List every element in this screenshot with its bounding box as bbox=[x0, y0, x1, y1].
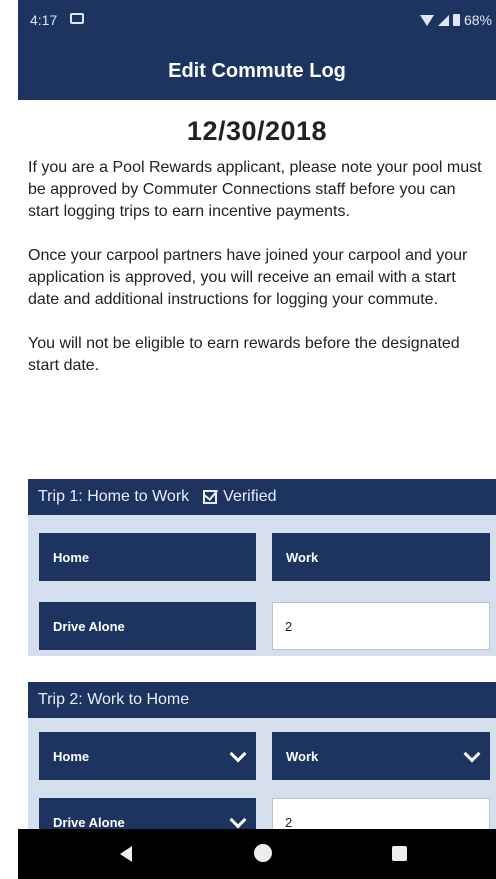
trip-2-from-label: Home bbox=[53, 748, 90, 764]
trip-1-mode-field[interactable]: Drive Alone bbox=[39, 602, 256, 650]
trip-2-title: Trip 2: Work to Home bbox=[38, 691, 190, 708]
verified-checkbox-icon[interactable] bbox=[203, 490, 218, 504]
trip-1-from-field[interactable]: Home bbox=[39, 533, 256, 581]
trip-1-title: Trip 1: Home to Work bbox=[38, 488, 190, 505]
trip-2-to-label: Work bbox=[286, 748, 319, 764]
app-bar: Edit Commute Log bbox=[18, 42, 496, 100]
trip-1-body: Home Work Drive Alone 2 bbox=[28, 515, 496, 656]
signal-icon bbox=[437, 14, 449, 26]
trip-1-to-field[interactable]: Work bbox=[272, 533, 490, 581]
trip-2-from-select[interactable]: Home bbox=[39, 732, 256, 780]
trip-2-count-value: 2 bbox=[285, 814, 293, 830]
status-right: 68% bbox=[419, 12, 492, 28]
trip-2-header: Trip 2: Work to Home bbox=[28, 682, 496, 718]
page-title: Edit Commute Log bbox=[168, 60, 346, 82]
trip-1-count-value: 2 bbox=[285, 618, 293, 634]
main-content: 12/30/2018 If you are a Pool Rewards app… bbox=[18, 100, 496, 377]
chevron-down-icon bbox=[229, 811, 247, 829]
info-paragraph-2: Once your carpool partners have joined y… bbox=[28, 247, 468, 308]
trip-2-body: Home Work Drive Alone 2 bbox=[28, 718, 496, 846]
status-time: 4:17 bbox=[30, 12, 58, 28]
trip-1-from-label: Home bbox=[53, 549, 90, 565]
image-notification-icon bbox=[70, 13, 84, 24]
system-nav-bar bbox=[18, 829, 496, 879]
home-icon[interactable] bbox=[254, 844, 272, 862]
trip-2-to-select[interactable]: Work bbox=[272, 732, 490, 780]
trip-1-mode-label: Drive Alone bbox=[53, 618, 125, 634]
trip-2-mode-label: Drive Alone bbox=[53, 814, 125, 830]
battery-percent: 68% bbox=[463, 12, 492, 28]
trip-1-header: Trip 1: Home to Work Verified bbox=[28, 479, 496, 515]
back-icon[interactable] bbox=[120, 846, 132, 862]
status-bar: 4:17 68% bbox=[18, 0, 496, 42]
verified-label: Verified bbox=[223, 488, 277, 505]
info-paragraph-3: You will not be eligible to earn rewards… bbox=[28, 335, 460, 374]
trip-1-count-input[interactable]: 2 bbox=[272, 602, 490, 650]
info-paragraph-1: If you are a Pool Rewards applicant, ple… bbox=[28, 159, 482, 220]
chevron-down-icon bbox=[229, 745, 247, 763]
trip-1-to-label: Work bbox=[286, 549, 319, 565]
wifi-icon bbox=[419, 14, 434, 26]
log-date: 12/30/2018 bbox=[186, 116, 328, 146]
recent-apps-icon[interactable] bbox=[392, 846, 407, 861]
chevron-down-icon bbox=[463, 745, 481, 763]
battery-icon bbox=[452, 14, 460, 26]
